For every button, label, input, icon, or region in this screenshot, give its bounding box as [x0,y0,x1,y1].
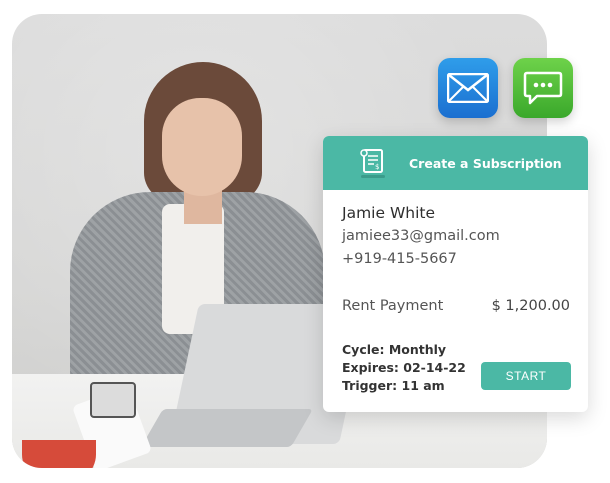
mail-icon[interactable] [438,58,498,118]
chat-icon[interactable] [513,58,573,118]
subscription-card: $ Create a Subscription Jamie White jami… [323,136,588,412]
card-header: $ Create a Subscription [323,136,588,190]
expires-text: Expires: 02-14-22 [342,360,466,375]
payment-amount: $ 1,200.00 [491,298,570,314]
chat-bubble-glyph [523,71,563,105]
pie-chart-paper [22,440,96,468]
cycle-text: Cycle: Monthly [342,342,447,357]
start-button[interactable]: START [481,362,571,390]
payment-label: Rent Payment [342,298,444,314]
phone [90,382,136,418]
contact-email: jamiee33@gmail.com [342,228,500,244]
contact-phone: +919-415-5667 [342,251,457,267]
trigger-text: Trigger: 11 am [342,378,445,393]
contact-info: Jamie White jamiee33@gmail.com +919-415-… [342,202,500,271]
subscription-details: Cycle: Monthly Expires: 02-14-22 Trigger… [342,341,466,395]
contact-name: Jamie White [342,204,436,222]
svg-text:$: $ [375,163,379,171]
card-title: Create a Subscription [409,155,562,171]
subscription-document-icon: $ [355,145,391,181]
woman-face [162,98,242,196]
laptop-base [141,409,313,447]
envelope-glyph [447,73,489,103]
